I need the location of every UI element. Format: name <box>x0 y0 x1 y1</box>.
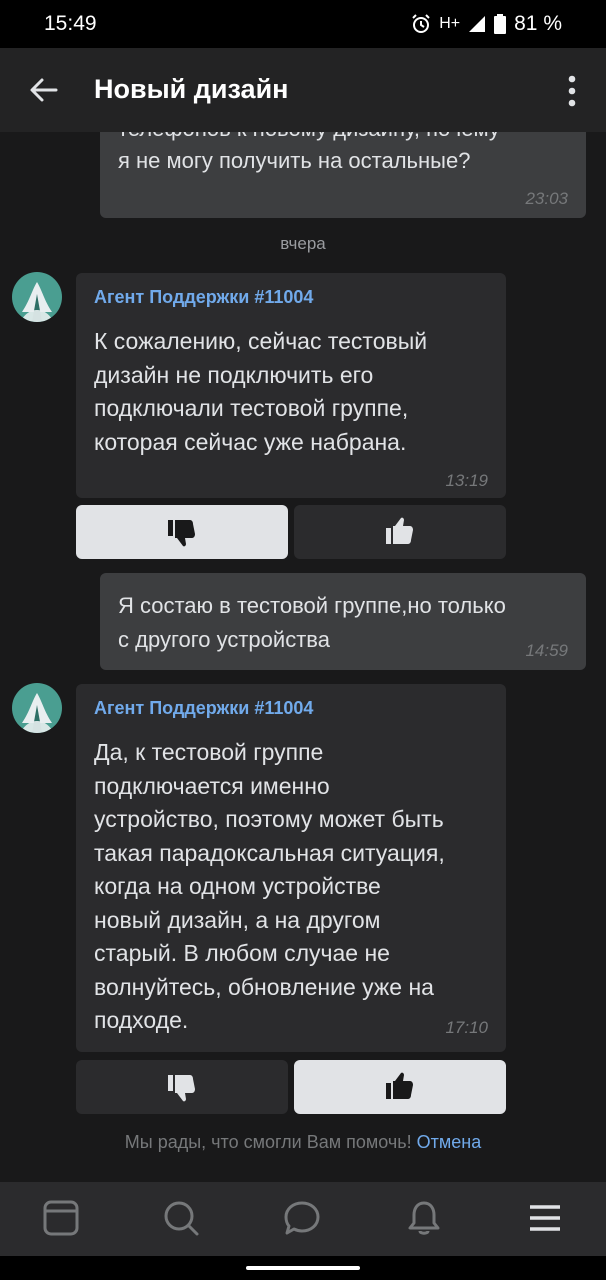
message-text-line: с другого устройства <box>118 627 330 652</box>
avatar[interactable] <box>12 683 62 733</box>
message-text-line: подключается именно <box>94 772 330 799</box>
notifications-bell-icon[interactable] <box>404 1198 444 1238</box>
sender-name: Агент Поддержки #11004 <box>94 287 314 307</box>
home-indicator[interactable] <box>246 1266 360 1270</box>
battery-icon <box>494 14 507 34</box>
page-title: Новый дизайн <box>94 74 289 104</box>
status-icons: H+ 81 % <box>411 12 562 36</box>
chat-header: Новый дизайн <box>0 48 606 132</box>
thumb-up-icon <box>386 517 413 544</box>
message-list[interactable]: телефонов к новому дизайну, почему я не … <box>0 132 606 1182</box>
thumb-up-icon <box>386 1072 413 1099</box>
message-text-line: которая сейчас уже набрана. <box>94 428 407 455</box>
message-text-line: такая парадоксальная ситуация, <box>94 839 445 866</box>
network-type: H+ <box>439 15 461 32</box>
message-text-line: Я состаю в тестовой группе,но только <box>118 593 506 618</box>
message-text-line: К сожалению, сейчас тестовый <box>94 328 428 354</box>
more-vertical-icon[interactable] <box>558 74 586 108</box>
status-bar: 15:49 H+ 81 % <box>0 0 606 48</box>
message-incoming[interactable]: Агент Поддержки #11004 К сожалению, сейч… <box>76 273 506 498</box>
thumb-up-button[interactable] <box>294 505 506 559</box>
system-nav-bar <box>0 1256 606 1280</box>
message-text-line: новый дизайн, а на другом <box>94 906 381 933</box>
thumb-down-icon <box>168 520 195 547</box>
avatar[interactable] <box>12 272 62 322</box>
search-icon[interactable] <box>161 1198 201 1238</box>
message-text-line: старый. В любом случае не <box>94 940 390 966</box>
messages-icon[interactable] <box>282 1198 322 1238</box>
back-arrow-icon[interactable] <box>26 72 62 108</box>
rating-feedback: Мы рады, что смогли Вам помочь! Отмена <box>0 1132 606 1153</box>
date-separator: вчера <box>280 234 326 253</box>
message-outgoing[interactable]: Я состаю в тестовой группе,но только с д… <box>100 573 586 670</box>
rating-thanks-text: Мы рады, что смогли Вам помочь! <box>124 1132 412 1152</box>
message-time: 23:03 <box>525 189 568 208</box>
message-time: 14:59 <box>525 641 568 660</box>
menu-icon[interactable] <box>525 1198 565 1238</box>
signal-icon <box>469 16 486 32</box>
message-text-line: когда на одном устройстве <box>94 873 381 899</box>
battery-level: 81 % <box>514 12 562 35</box>
status-time: 15:49 <box>44 12 97 35</box>
message-text: Да, к тестовой группе подключается именн… <box>94 736 494 1038</box>
message-time: 13:19 <box>445 471 488 490</box>
agent-avatar-icon <box>12 272 62 322</box>
thumb-down-button[interactable] <box>76 505 288 559</box>
news-feed-icon[interactable] <box>41 1198 81 1238</box>
message-text-line: волнуйтесь, обновление уже на <box>94 973 434 1000</box>
message-incoming[interactable]: Агент Поддержки #11004 Да, к тестовой гр… <box>76 684 506 1052</box>
bottom-tab-bar <box>0 1182 606 1256</box>
thumb-down-icon <box>168 1075 195 1102</box>
message-text-line: дизайн не подключить его <box>94 361 374 388</box>
message-time: 17:10 <box>445 1018 488 1037</box>
message-text-line: подключали тестовой группе, <box>94 395 409 421</box>
message-text-line: устройство, поэтому может быть <box>94 806 444 832</box>
thumb-down-button[interactable] <box>76 1060 288 1114</box>
message-text-line: подходе. <box>94 1007 189 1033</box>
agent-avatar-icon <box>12 683 62 733</box>
message-text-line: Да, к тестовой группе <box>94 739 324 765</box>
thumb-up-button[interactable] <box>294 1060 506 1114</box>
cancel-rating-link[interactable]: Отмена <box>417 1132 482 1152</box>
message-outgoing[interactable]: телефонов к новому дизайну, почему я не … <box>100 132 586 218</box>
message-text: К сожалению, сейчас тестовый дизайн не п… <box>94 325 494 459</box>
sender-name: Агент Поддержки #11004 <box>94 698 314 718</box>
alarm-icon <box>412 14 430 33</box>
message-text-line: я не могу получить на остальные? <box>118 148 471 173</box>
